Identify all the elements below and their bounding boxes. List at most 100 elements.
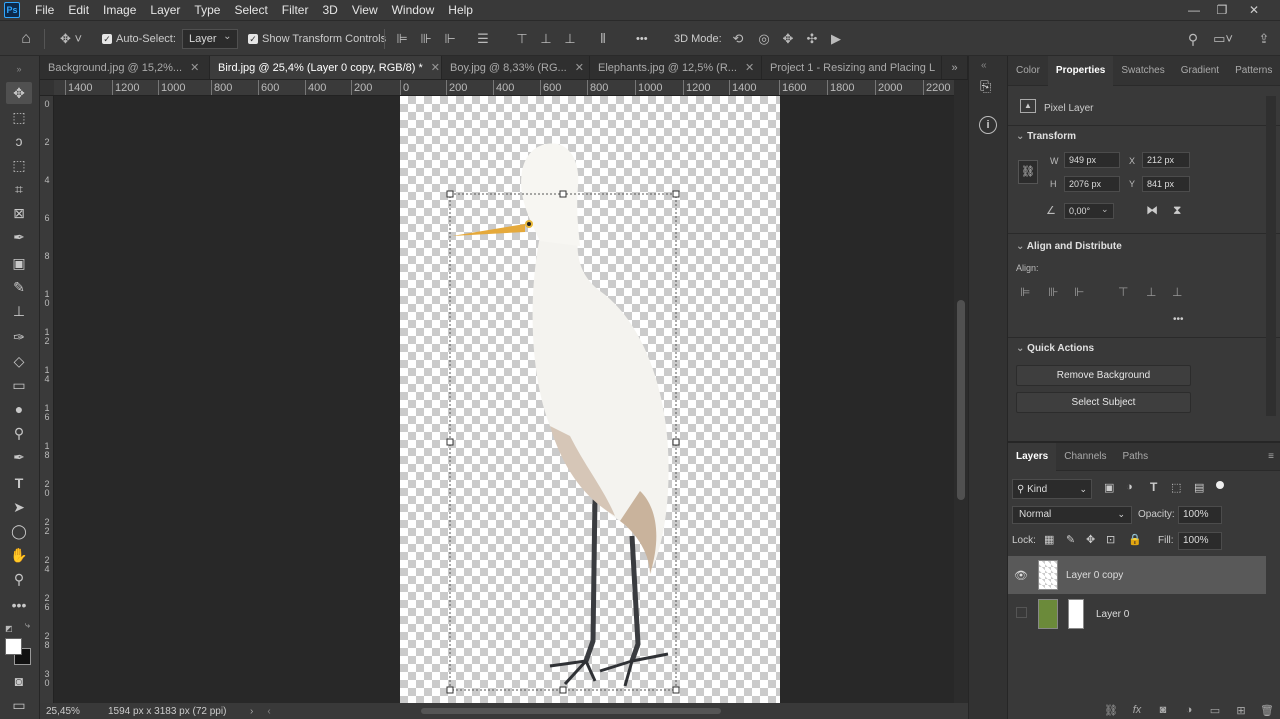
lock-transparent-icon[interactable]: ▦ bbox=[1044, 533, 1054, 546]
restore-icon[interactable]: ❐ bbox=[1208, 0, 1236, 20]
roll-3d-icon[interactable]: ◎ bbox=[754, 21, 774, 57]
tab-properties[interactable]: Properties bbox=[1047, 55, 1114, 86]
align-horizontal-centers-icon[interactable]: ⊪ bbox=[420, 21, 432, 57]
distribute-vertical-icon[interactable]: ☰ bbox=[476, 21, 490, 57]
align-vertical-centers-icon[interactable]: ⊥ bbox=[540, 21, 552, 57]
filter-type-icon[interactable]: T bbox=[1150, 480, 1157, 494]
lock-position-icon[interactable]: ✥ bbox=[1086, 533, 1095, 546]
horizontal-scrollbar[interactable] bbox=[420, 708, 721, 714]
panel-menu-icon[interactable]: ≡ bbox=[1262, 443, 1280, 471]
properties-scrollbar[interactable] bbox=[1266, 96, 1276, 416]
angle-dropdown-icon[interactable]: ⌄ bbox=[1101, 204, 1109, 215]
menu-type[interactable]: Type bbox=[187, 0, 227, 20]
eyedropper-tool-icon[interactable]: ✒ bbox=[6, 226, 32, 248]
blur-tool-icon[interactable]: ● bbox=[6, 398, 32, 420]
workspace-icon[interactable]: ▭˅ bbox=[1212, 21, 1234, 57]
align-bottom-icon[interactable]: ⊥ bbox=[1172, 285, 1182, 299]
menu-image[interactable]: Image bbox=[96, 0, 143, 20]
tab-project[interactable]: Project 1 - Resizing and Placing L bbox=[762, 56, 942, 79]
transform-section-title[interactable]: Transform bbox=[1016, 131, 1076, 142]
edit-toolbar-icon[interactable]: ••• bbox=[6, 594, 32, 616]
dodge-tool-icon[interactable]: ⚲ bbox=[6, 422, 32, 444]
align-bottom-edges-icon[interactable]: ⊥ bbox=[564, 21, 576, 57]
tab-color[interactable]: Color bbox=[1008, 56, 1048, 86]
align-left-icon[interactable]: ⊫ bbox=[1020, 285, 1030, 299]
link-proportions-icon[interactable]: ⛓ bbox=[1018, 160, 1038, 184]
add-mask-icon[interactable]: ◙ bbox=[1150, 704, 1176, 716]
foreground-color-swatch[interactable] bbox=[5, 638, 22, 655]
align-middle-icon[interactable]: ⊥ bbox=[1146, 285, 1156, 299]
quick-actions-section-title[interactable]: Quick Actions bbox=[1016, 343, 1094, 354]
move-tool-icon[interactable]: ✥ bbox=[6, 82, 32, 104]
vertical-scrollbar[interactable] bbox=[954, 80, 968, 703]
layer-style-icon[interactable]: fx bbox=[1124, 704, 1150, 716]
blend-mode-dropdown[interactable]: Normal ⌄ bbox=[1012, 506, 1132, 524]
close-tab-icon[interactable]: ✕ bbox=[190, 61, 199, 74]
filter-shape-icon[interactable]: ⬚ bbox=[1171, 481, 1181, 494]
opacity-field[interactable]: 100% bbox=[1178, 506, 1222, 524]
menu-3d[interactable]: 3D bbox=[315, 0, 344, 20]
quick-mask-icon[interactable]: ◙ bbox=[6, 670, 32, 692]
eye-icon[interactable]: 👁 bbox=[1008, 569, 1034, 582]
collapse-toolbar-icon[interactable]: » bbox=[6, 58, 32, 80]
brush-tool-icon[interactable]: ✎ bbox=[6, 276, 32, 298]
history-panel-icon[interactable]: ⎘ bbox=[980, 78, 991, 95]
tab-gradient[interactable]: Gradient bbox=[1173, 56, 1227, 86]
fill-field[interactable]: 100% bbox=[1178, 532, 1222, 550]
canvas-area[interactable] bbox=[54, 96, 954, 703]
eraser-tool-icon[interactable]: ◇ bbox=[6, 350, 32, 372]
path-selection-tool-icon[interactable]: ➤ bbox=[6, 496, 32, 518]
filter-toggle-icon[interactable] bbox=[1216, 481, 1224, 489]
menu-help[interactable]: Help bbox=[441, 0, 480, 20]
width-field[interactable]: 949 px bbox=[1064, 152, 1120, 168]
tabs-overflow-icon[interactable]: » bbox=[942, 56, 968, 79]
pan-3d-icon[interactable]: ✥ bbox=[778, 21, 798, 57]
swap-colors-icon[interactable]: ⤷ bbox=[25, 620, 30, 631]
more-options-icon[interactable]: ••• bbox=[636, 21, 648, 57]
filter-adjustment-icon[interactable]: ◑ bbox=[1126, 481, 1133, 493]
search-icon[interactable]: ⚲ bbox=[1184, 21, 1202, 57]
home-icon[interactable]: ⌂ bbox=[16, 21, 36, 57]
menu-filter[interactable]: Filter bbox=[275, 0, 316, 20]
tab-bird[interactable]: Bird.jpg @ 25,4% (Layer 0 copy, RGB/8) *… bbox=[210, 56, 442, 79]
zoom-tool-icon[interactable]: ⚲ bbox=[6, 568, 32, 590]
link-layers-icon[interactable]: ⛓ bbox=[1098, 704, 1124, 717]
tab-channels[interactable]: Channels bbox=[1056, 443, 1114, 471]
flip-horizontal-icon[interactable]: ⧓ bbox=[1146, 203, 1158, 217]
select-subject-button[interactable]: Select Subject bbox=[1016, 392, 1191, 413]
align-center-icon[interactable]: ⊪ bbox=[1048, 285, 1058, 299]
minimize-icon[interactable]: — bbox=[1180, 0, 1208, 20]
menu-edit[interactable]: Edit bbox=[61, 0, 96, 20]
collapse-panels-icon[interactable]: « bbox=[981, 60, 987, 71]
close-icon[interactable]: ✕ bbox=[1240, 0, 1268, 20]
menu-select[interactable]: Select bbox=[227, 0, 274, 20]
orbit-3d-icon[interactable]: ⟲ bbox=[728, 21, 748, 57]
align-top-icon[interactable]: ⊤ bbox=[1118, 285, 1128, 299]
new-group-icon[interactable]: ▭ bbox=[1202, 704, 1228, 717]
type-tool-icon[interactable]: T bbox=[6, 472, 32, 494]
layer-row-layer-0[interactable]: Layer 0 bbox=[1008, 595, 1266, 633]
ellipse-tool-icon[interactable]: ◯ bbox=[6, 520, 32, 542]
tab-layers[interactable]: Layers bbox=[1008, 442, 1057, 471]
frame-tool-icon[interactable]: ⊠ bbox=[6, 202, 32, 224]
hand-tool-icon[interactable]: ✋ bbox=[6, 544, 32, 566]
move-tool-preset-icon[interactable]: ✥ ˅ bbox=[56, 21, 86, 57]
align-section-title[interactable]: Align and Distribute bbox=[1016, 241, 1122, 252]
slide-3d-icon[interactable]: ✣ bbox=[802, 21, 822, 57]
share-icon[interactable]: ⇪ bbox=[1256, 21, 1272, 57]
document-canvas[interactable] bbox=[400, 96, 780, 703]
menu-view[interactable]: View bbox=[345, 0, 385, 20]
visibility-toggle-empty-icon[interactable] bbox=[1008, 607, 1034, 621]
menu-layer[interactable]: Layer bbox=[143, 0, 187, 20]
height-field[interactable]: 2076 px bbox=[1064, 176, 1120, 192]
distribute-horizontal-icon[interactable]: ⦀ bbox=[596, 21, 610, 57]
layer-mask-thumbnail[interactable] bbox=[1068, 599, 1084, 629]
marquee-tool-icon[interactable]: ⬚ bbox=[6, 106, 32, 128]
filter-pixel-icon[interactable]: ▣ bbox=[1104, 481, 1114, 494]
tab-paths[interactable]: Paths bbox=[1115, 443, 1157, 471]
layer-filter-dropdown[interactable]: ⚲ Kind ⌄ bbox=[1012, 479, 1092, 499]
lock-artboard-icon[interactable]: ⊡ bbox=[1106, 533, 1115, 546]
flip-vertical-icon[interactable]: ⧗ bbox=[1173, 203, 1181, 218]
tab-swatches[interactable]: Swatches bbox=[1113, 56, 1172, 86]
object-selection-tool-icon[interactable]: ⬚ bbox=[6, 154, 32, 176]
